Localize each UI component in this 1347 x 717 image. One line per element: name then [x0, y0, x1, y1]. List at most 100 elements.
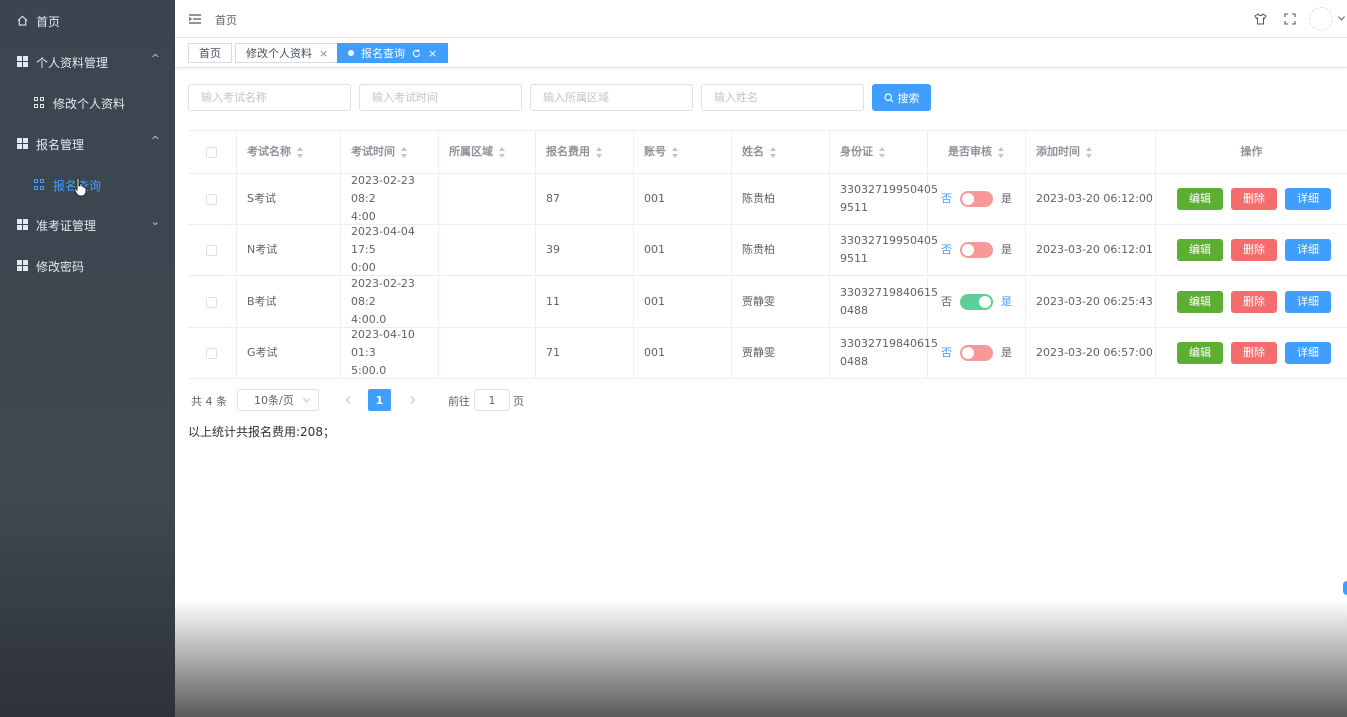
- column-header-label: 操作: [1240, 145, 1263, 158]
- account-value: 001: [644, 295, 665, 308]
- added-time-value: 2023-03-20 06:25:43: [1036, 295, 1153, 308]
- sort-icon[interactable]: [1086, 146, 1093, 158]
- approval-switch[interactable]: [960, 345, 993, 361]
- refresh-icon[interactable]: [412, 48, 421, 58]
- tags-view: 首页 修改个人资料 × 报名查询 ×: [175, 38, 1347, 68]
- name-input[interactable]: [701, 84, 864, 111]
- prev-page-button[interactable]: [336, 389, 359, 411]
- column-header-account[interactable]: 账号: [634, 131, 732, 173]
- edit-button[interactable]: 编辑: [1177, 342, 1223, 364]
- page-size-select[interactable]: 10条/页: [237, 389, 319, 411]
- table-row: G考试 2023-04-10 01:3 5:00.0 71 001 贾静雯 33032719…: [188, 328, 1347, 379]
- page-number-1[interactable]: 1: [368, 389, 391, 411]
- row-checkbox[interactable]: [206, 347, 217, 359]
- edit-button[interactable]: 编辑: [1177, 291, 1223, 313]
- tab-label: 首页: [199, 47, 221, 60]
- sidebar-item-profile-management[interactable]: 个人资料管理 ^: [0, 43, 175, 79]
- avatar[interactable]: [1309, 7, 1333, 31]
- column-header-label: 身份证: [840, 145, 873, 158]
- column-header-actions: 操作: [1156, 131, 1347, 173]
- approval-switch[interactable]: [960, 294, 993, 310]
- row-checkbox[interactable]: [206, 244, 217, 256]
- chevron-down-icon: [303, 398, 310, 403]
- sidebar-item-registration-management[interactable]: 报名管理 ^: [0, 125, 175, 161]
- sort-icon[interactable]: [672, 146, 679, 158]
- exam-time-cell: 2023-02-23 08:2 4:00: [341, 174, 439, 224]
- row-checkbox[interactable]: [206, 193, 217, 205]
- app-icon: [34, 179, 45, 190]
- sidebar-item-change-password[interactable]: 修改密码: [0, 247, 175, 283]
- select-all-checkbox[interactable]: [206, 146, 217, 158]
- id-card-cell: 33032719950405 9511: [830, 174, 938, 224]
- row-checkbox[interactable]: [206, 296, 217, 308]
- column-header-region[interactable]: 所属区域: [439, 131, 536, 173]
- sort-icon[interactable]: [998, 146, 1005, 158]
- detail-button[interactable]: 详细: [1285, 188, 1331, 210]
- approval-switch[interactable]: [960, 242, 993, 258]
- registration-table: 考试名称 考试时间 所属区域 报名费用 账号 姓名 身份证 是否审核 添加时间 …: [188, 130, 1347, 379]
- chevron-right-icon: [410, 396, 415, 404]
- account-value: 001: [644, 192, 665, 205]
- chevron-down-icon[interactable]: [1338, 16, 1345, 21]
- column-header-approved[interactable]: 是否审核: [928, 131, 1026, 173]
- delete-button[interactable]: 删除: [1231, 291, 1277, 313]
- tab-home[interactable]: 首页: [188, 43, 232, 63]
- grid-icon: [17, 260, 28, 271]
- next-page-button[interactable]: [401, 389, 424, 411]
- menu-fold-icon[interactable]: [189, 14, 201, 24]
- breadcrumb[interactable]: 首页: [215, 12, 237, 28]
- table-row: B考试 2023-02-23 08:2 4:00.0 11 001 贾静雯 33032719…: [188, 277, 1347, 328]
- sort-icon[interactable]: [879, 146, 886, 158]
- account-value: 001: [644, 346, 665, 359]
- sidebar-item-admission-ticket[interactable]: 准考证管理 ⌄: [0, 206, 175, 242]
- column-header-exam-name[interactable]: 考试名称: [237, 131, 341, 173]
- approval-cell: 否是: [928, 328, 1026, 378]
- sort-icon[interactable]: [596, 146, 603, 158]
- theme-icon[interactable]: [1254, 13, 1267, 25]
- column-header-fee[interactable]: 报名费用: [536, 131, 634, 173]
- search-button[interactable]: 搜索: [872, 84, 931, 111]
- exam-time-input[interactable]: [359, 84, 522, 111]
- delete-button[interactable]: 删除: [1231, 188, 1277, 210]
- actions-cell: 编辑 删除 详细: [1156, 328, 1347, 378]
- approval-switch[interactable]: [960, 191, 993, 207]
- exam-time-line: 4:00: [351, 210, 376, 223]
- fee-value: 11: [546, 295, 560, 308]
- tab-registration-query[interactable]: 报名查询 ×: [337, 43, 449, 63]
- column-header-id-card[interactable]: 身份证: [830, 131, 928, 173]
- floating-handle[interactable]: [1343, 581, 1347, 595]
- id-card-cell: 33032719950405 9511: [830, 225, 938, 275]
- sidebar-item-edit-profile[interactable]: 修改个人资料: [0, 84, 175, 120]
- approval-cell: 否是: [928, 174, 1026, 224]
- exam-time-line: 2023-02-23 08:2: [351, 174, 415, 205]
- tab-edit-profile[interactable]: 修改个人资料 ×: [235, 43, 340, 63]
- detail-button[interactable]: 详细: [1285, 342, 1331, 364]
- detail-button[interactable]: 详细: [1285, 239, 1331, 261]
- id-card-line: 33032719950405: [840, 183, 938, 196]
- exam-time-line: 2023-04-04 17:5: [351, 225, 415, 256]
- sidebar-item-home[interactable]: 首页: [0, 2, 175, 38]
- delete-button[interactable]: 删除: [1231, 239, 1277, 261]
- column-header-label: 姓名: [742, 145, 764, 158]
- fullscreen-icon[interactable]: [1284, 13, 1296, 25]
- sort-icon[interactable]: [770, 146, 777, 158]
- edit-button[interactable]: 编辑: [1177, 239, 1223, 261]
- close-icon[interactable]: ×: [319, 47, 328, 60]
- sort-icon[interactable]: [499, 146, 506, 158]
- delete-button[interactable]: 删除: [1231, 342, 1277, 364]
- close-icon[interactable]: ×: [428, 47, 437, 60]
- goto-page-input[interactable]: [474, 389, 510, 411]
- column-header-exam-time[interactable]: 考试时间: [341, 131, 439, 173]
- sort-icon[interactable]: [401, 146, 408, 158]
- region-input[interactable]: [530, 84, 693, 111]
- detail-button[interactable]: 详细: [1285, 291, 1331, 313]
- sort-icon[interactable]: [297, 146, 304, 158]
- column-header-added-time[interactable]: 添加时间: [1026, 131, 1156, 173]
- edit-button[interactable]: 编辑: [1177, 188, 1223, 210]
- fee-summary: 以上统计共报名费用:208；: [188, 425, 335, 439]
- column-header-label: 考试名称: [247, 145, 291, 158]
- id-card-line: 0488: [840, 355, 868, 368]
- exam-name-input[interactable]: [188, 84, 351, 111]
- exam-name: N考试: [247, 243, 278, 256]
- column-header-name[interactable]: 姓名: [732, 131, 830, 173]
